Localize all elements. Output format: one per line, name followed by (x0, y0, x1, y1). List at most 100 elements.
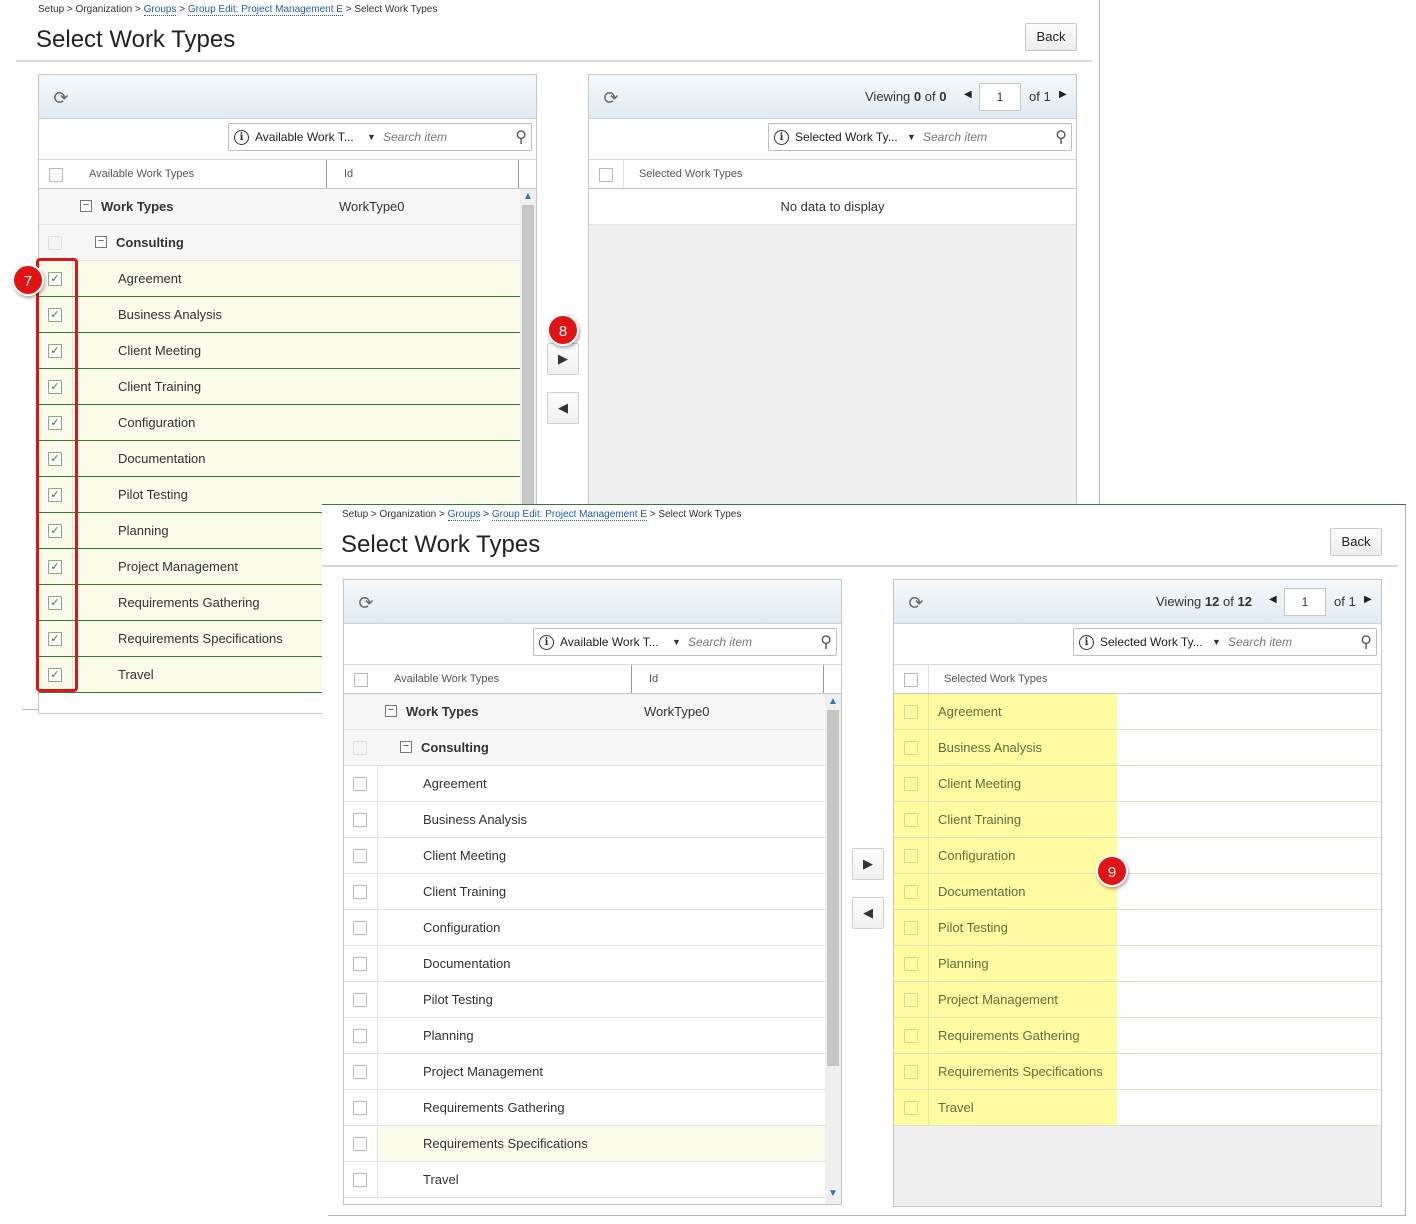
info-icon[interactable]: i (774, 130, 789, 145)
available-scope-select[interactable]: Available Work T... (255, 130, 354, 144)
row-checkbox[interactable] (904, 741, 918, 755)
list-item[interactable]: Travel (344, 1162, 825, 1198)
row-checkbox[interactable] (353, 885, 367, 899)
row-checkbox[interactable] (904, 1029, 918, 1043)
tree-row-group[interactable]: − Consulting (344, 730, 825, 766)
crumb-group-edit-link[interactable]: Group Edit: Project Management E (187, 4, 343, 16)
search-input[interactable]: Search item (1228, 635, 1292, 649)
next-page-icon[interactable]: ▶ (1059, 89, 1067, 100)
list-item[interactable]: Project Management (344, 1054, 825, 1090)
prev-page-icon[interactable]: ◀ (964, 89, 972, 100)
info-icon[interactable]: i (1079, 635, 1094, 650)
chevron-down-icon[interactable]: ▼ (367, 132, 376, 142)
next-page-icon[interactable]: ▶ (1364, 594, 1372, 605)
refresh-icon[interactable]: ⟳ (51, 88, 71, 108)
info-icon[interactable]: i (234, 130, 249, 145)
select-all-checkbox[interactable] (904, 673, 918, 687)
row-checkbox[interactable] (904, 921, 918, 935)
col-selected-work-types[interactable]: Selected Work Types (639, 168, 743, 180)
scroll-up-icon[interactable]: ▲ (522, 191, 534, 202)
row-checkbox[interactable] (353, 1137, 367, 1151)
col-selected-work-types[interactable]: Selected Work Types (944, 673, 1048, 685)
list-item[interactable]: ✓ Configuration (39, 405, 520, 441)
select-all-checkbox[interactable] (49, 168, 63, 182)
search-icon[interactable]: ⚲ (515, 127, 527, 147)
chevron-down-icon[interactable]: ▼ (1212, 637, 1221, 647)
row-checkbox[interactable] (353, 921, 367, 935)
collapse-icon[interactable]: − (80, 200, 92, 212)
list-item[interactable]: Client Meeting (344, 838, 825, 874)
row-checkbox[interactable] (353, 777, 367, 791)
search-icon[interactable]: ⚲ (820, 632, 832, 652)
crumb-groups-link[interactable]: Groups (143, 4, 177, 16)
list-item[interactable]: Requirements Gathering (344, 1090, 825, 1126)
scroll-down-icon[interactable]: ▼ (827, 1188, 839, 1199)
row-checkbox[interactable] (904, 705, 918, 719)
row-checkbox[interactable] (904, 885, 918, 899)
row-checkbox[interactable] (904, 849, 918, 863)
selected-list-item[interactable]: Pilot Testing (894, 910, 1381, 946)
tree-row-root[interactable]: − Work Types WorkType0 (344, 694, 825, 730)
list-item[interactable]: Client Training (344, 874, 825, 910)
scroll-up-icon[interactable]: ▲ (827, 696, 839, 707)
selected-list-item[interactable]: Business Analysis (894, 730, 1381, 766)
col-id[interactable]: Id (344, 168, 353, 180)
selected-list-item[interactable]: Documentation (894, 874, 1381, 910)
chevron-down-icon[interactable]: ▼ (672, 637, 681, 647)
list-item[interactable]: Pilot Testing (344, 982, 825, 1018)
search-input[interactable]: Search item (383, 130, 447, 144)
list-item[interactable]: Requirements Specifications (344, 1126, 825, 1162)
list-item[interactable]: Business Analysis (344, 802, 825, 838)
move-left-button[interactable]: ◀ (547, 392, 579, 424)
prev-page-icon[interactable]: ◀ (1269, 594, 1277, 605)
crumb-group-edit-link[interactable]: Group Edit: Project Management E (491, 509, 647, 521)
row-checkbox[interactable] (353, 849, 367, 863)
list-item[interactable]: Configuration (344, 910, 825, 946)
col-available-work-types[interactable]: Available Work Types (89, 168, 194, 180)
selected-list-item[interactable]: Travel (894, 1090, 1381, 1126)
selected-list-item[interactable]: Agreement (894, 694, 1381, 730)
row-checkbox[interactable] (353, 1101, 367, 1115)
group-checkbox[interactable] (48, 236, 62, 250)
back-button[interactable]: Back (1330, 528, 1382, 556)
crumb-groups-link[interactable]: Groups (447, 509, 481, 521)
row-checkbox[interactable] (904, 957, 918, 971)
list-item[interactable]: ✓ Client Training (39, 369, 520, 405)
selected-list-item[interactable]: Project Management (894, 982, 1381, 1018)
selected-list-item[interactable]: Requirements Specifications (894, 1054, 1381, 1090)
col-id[interactable]: Id (649, 673, 658, 685)
selected-scope-select[interactable]: Selected Work Ty... (1100, 635, 1203, 649)
selected-list-item[interactable]: Planning (894, 946, 1381, 982)
list-item[interactable]: ✓ Documentation (39, 441, 520, 477)
chevron-down-icon[interactable]: ▼ (907, 132, 916, 142)
list-item[interactable]: ✓ Business Analysis (39, 297, 520, 333)
col-separator[interactable] (631, 665, 632, 693)
available-scope-select[interactable]: Available Work T... (560, 635, 659, 649)
move-right-button[interactable]: ▶ (547, 343, 579, 375)
search-input[interactable]: Search item (923, 130, 987, 144)
back-button[interactable]: Back (1025, 23, 1077, 51)
col-separator[interactable] (823, 665, 824, 693)
refresh-icon[interactable]: ⟳ (356, 593, 376, 613)
select-all-checkbox[interactable] (354, 673, 368, 687)
selected-list-item[interactable]: Requirements Gathering (894, 1018, 1381, 1054)
list-item[interactable]: Planning (344, 1018, 825, 1054)
row-checkbox[interactable] (904, 813, 918, 827)
vertical-scrollbar[interactable]: ▲ ▼ (825, 694, 841, 1204)
row-checkbox[interactable] (904, 1065, 918, 1079)
refresh-icon[interactable]: ⟳ (601, 88, 621, 108)
collapse-icon[interactable]: − (385, 705, 397, 717)
search-icon[interactable]: ⚲ (1055, 127, 1067, 147)
search-input[interactable]: Search item (688, 635, 752, 649)
tree-row-root[interactable]: − Work Types WorkType0 (39, 189, 520, 225)
search-icon[interactable]: ⚲ (1360, 632, 1372, 652)
row-checkbox[interactable] (353, 993, 367, 1007)
list-item[interactable]: ✓ Client Meeting (39, 333, 520, 369)
select-all-checkbox[interactable] (599, 168, 613, 182)
row-checkbox[interactable] (904, 1101, 918, 1115)
row-checkbox[interactable] (904, 993, 918, 1007)
row-checkbox[interactable] (353, 1029, 367, 1043)
list-item[interactable]: Documentation (344, 946, 825, 982)
selected-list-item[interactable]: Configuration (894, 838, 1381, 874)
scroll-thumb[interactable] (827, 710, 839, 1066)
